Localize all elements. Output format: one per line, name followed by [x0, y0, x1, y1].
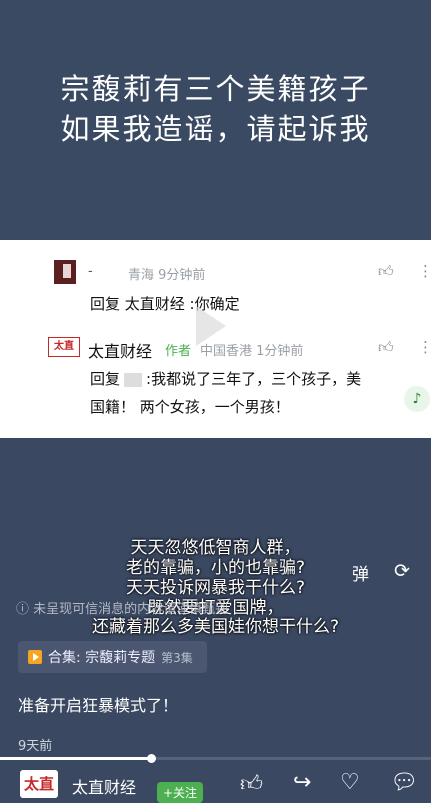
warning-text: ⓘ 未呈现可信消息的内容请谨慎甄别	[16, 602, 229, 617]
thumbs-up-icon[interactable]: 👍︎	[240, 770, 263, 797]
channel-name[interactable]: 太直财经	[72, 774, 136, 798]
collection-chip[interactable]: 合集: 宗馥莉专题 第3集	[18, 641, 207, 673]
headline-line-1: 宗馥莉有三个美籍孩子	[60, 72, 371, 106]
channel-avatar[interactable]: 太直	[20, 770, 58, 798]
progress-bar[interactable]	[0, 754, 431, 763]
thumbs-up-icon[interactable]: 👍︎	[378, 262, 394, 281]
comment-1-meta: 青海 9分钟前	[128, 268, 206, 283]
comment-2-meta: 中国香港 1分钟前	[200, 344, 304, 359]
author-logo: 太直	[48, 337, 80, 357]
vertical-dots-icon[interactable]: ⋮	[418, 338, 431, 356]
progress-fill	[0, 757, 151, 760]
thumbs-up-icon[interactable]: 👍︎	[378, 338, 394, 357]
author-tag: 作者	[165, 344, 192, 359]
music-note-icon[interactable]: ♪	[404, 386, 430, 412]
collection-label: 合集: 宗馥莉专题	[48, 650, 156, 666]
heart-icon[interactable]: ♡	[340, 770, 360, 795]
danmaku-button[interactable]: 弹	[352, 560, 369, 585]
comment-icon[interactable]: 💬︎	[390, 770, 418, 795]
comment-2-text-line-2: 国籍！ 两个女孩，一个男孩！	[90, 398, 290, 416]
commenter-name: -	[88, 264, 93, 279]
share-icon[interactable]: ↪	[293, 770, 311, 795]
vertical-dots-icon[interactable]: ⋮	[418, 262, 431, 280]
video-caption: 准备开启狂暴模式了！	[18, 696, 179, 715]
headline-line-2: 如果我造谣，请起诉我	[60, 112, 371, 146]
episode-label: 第3集	[161, 650, 193, 665]
commenter-avatar	[54, 260, 76, 284]
author-name: 太直财经	[88, 342, 153, 361]
post-date: 9天前	[18, 739, 53, 754]
comment-2-text: 回复 :我都说了三年了，三个孩子，美	[90, 368, 361, 389]
rotate-screen-icon[interactable]: ⟳	[394, 560, 410, 582]
comment-screenshot-card: - 青海 9分钟前 👍︎ ⋮ 回复 太直财经 :你确定 太直 太直财经 作者 中…	[0, 240, 431, 438]
reply-body: :我都说了三年了，三个孩子，美	[146, 370, 362, 388]
reply-prefix: 回复	[90, 370, 121, 388]
redacted-name	[124, 372, 143, 387]
bottom-bar: 太直 太直财经 +关注 👍︎ ↪ ♡ 💬︎	[0, 762, 431, 803]
playlist-icon	[28, 650, 42, 664]
